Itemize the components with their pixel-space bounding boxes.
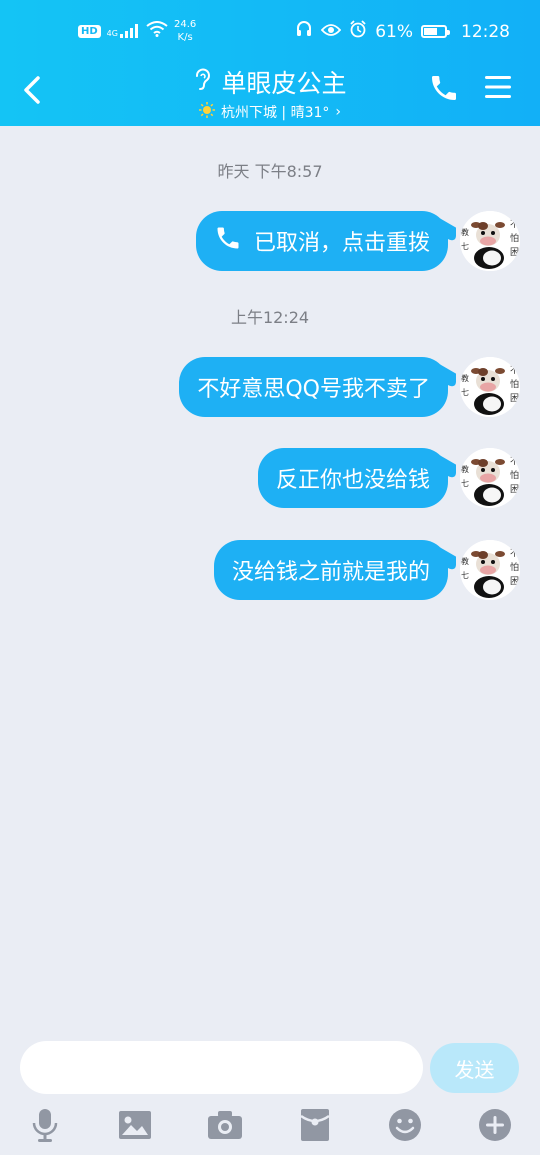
mic-icon[interactable] bbox=[25, 1105, 65, 1145]
signal-icon: 4G bbox=[107, 24, 140, 38]
svg-text:七: 七 bbox=[461, 479, 469, 488]
message-text: 反正你也没给钱 bbox=[275, 468, 430, 493]
battery-percent: 61% bbox=[375, 21, 413, 42]
ear-icon bbox=[193, 67, 211, 97]
svg-text:怕: 怕 bbox=[510, 232, 519, 244]
svg-text:教: 教 bbox=[461, 227, 469, 237]
message-bubble[interactable]: 不好意思QQ号我不卖了 bbox=[179, 357, 448, 417]
image-icon[interactable] bbox=[115, 1105, 155, 1145]
svg-text:怕: 怕 bbox=[510, 378, 519, 390]
menu-icon[interactable] bbox=[484, 74, 512, 100]
svg-text:不: 不 bbox=[510, 219, 519, 230]
headset-icon bbox=[295, 20, 313, 43]
contact-name: 单眼皮公主 bbox=[221, 69, 347, 98]
weather-label: 杭州下城 | 晴31° bbox=[220, 105, 330, 121]
timestamp: 昨天 下午8:57 bbox=[217, 162, 323, 181]
plus-icon[interactable] bbox=[475, 1105, 515, 1145]
svg-text:七: 七 bbox=[461, 388, 469, 397]
message-row: 不好意思QQ号我不卖了 不 怕 困 教 七 bbox=[179, 357, 520, 417]
svg-text:七: 七 bbox=[461, 242, 469, 251]
call-record-row: 已取消，点击重拨 不 怕 困 教 七 bbox=[195, 211, 520, 271]
wifi-icon bbox=[146, 21, 168, 41]
call-button[interactable] bbox=[428, 72, 460, 104]
status-bar: HD 4G 24.6 K/s 61% 12:28 bbox=[0, 0, 540, 62]
svg-text:怕: 怕 bbox=[510, 561, 519, 573]
alarm-icon bbox=[349, 20, 367, 43]
battery-icon bbox=[421, 25, 450, 38]
phone-icon bbox=[214, 224, 242, 258]
svg-text:不: 不 bbox=[510, 456, 519, 467]
svg-text:怕: 怕 bbox=[510, 469, 519, 481]
hd-badge: HD bbox=[78, 24, 101, 38]
camera-icon[interactable] bbox=[205, 1105, 245, 1145]
avatar[interactable]: 不 怕 困 教 七 bbox=[460, 211, 520, 271]
message-row: 没给钱之前就是我的 不 怕 困 教 七 bbox=[213, 540, 520, 600]
avatar[interactable]: 不 怕 困 教 七 bbox=[460, 357, 520, 417]
message-row: 反正你也没给钱 不 怕 困 教 七 bbox=[257, 448, 520, 508]
message-bubble[interactable]: 没给钱之前就是我的 bbox=[213, 540, 448, 600]
clock: 12:28 bbox=[461, 21, 510, 42]
network-speed: 24.6 K/s bbox=[173, 19, 197, 43]
svg-text:教: 教 bbox=[461, 464, 469, 474]
message-input[interactable] bbox=[20, 1041, 423, 1094]
svg-text:不: 不 bbox=[510, 548, 519, 559]
chat-header: HD 4G 24.6 K/s 61% 12:28 单眼皮公主 杭州下城 | 晴3… bbox=[0, 0, 540, 126]
sun-icon bbox=[198, 102, 215, 122]
svg-text:困: 困 bbox=[510, 576, 519, 587]
chevron-right-icon: › bbox=[335, 104, 342, 120]
emoji-icon[interactable] bbox=[385, 1105, 425, 1145]
eye-icon bbox=[320, 22, 342, 42]
timestamp: 上午12:24 bbox=[230, 308, 310, 327]
svg-text:教: 教 bbox=[461, 373, 469, 383]
avatar[interactable]: 不 怕 困 教 七 bbox=[460, 540, 520, 600]
svg-text:不: 不 bbox=[510, 365, 519, 376]
red-packet-icon[interactable] bbox=[295, 1105, 335, 1145]
svg-text:七: 七 bbox=[461, 571, 469, 580]
message-text: 不好意思QQ号我不卖了 bbox=[197, 377, 430, 402]
svg-text:困: 困 bbox=[510, 484, 519, 495]
message-bubble[interactable]: 反正你也没给钱 bbox=[257, 448, 448, 508]
message-text: 已取消，点击重拨 bbox=[253, 231, 430, 256]
message-text: 没给钱之前就是我的 bbox=[231, 560, 430, 585]
svg-text:困: 困 bbox=[510, 247, 519, 258]
svg-text:困: 困 bbox=[510, 393, 519, 404]
call-record-bubble[interactable]: 已取消，点击重拨 bbox=[195, 211, 448, 271]
svg-text:教: 教 bbox=[461, 556, 469, 566]
send-button[interactable]: 发送 bbox=[430, 1043, 519, 1093]
avatar[interactable]: 不 怕 困 教 七 bbox=[460, 448, 520, 508]
